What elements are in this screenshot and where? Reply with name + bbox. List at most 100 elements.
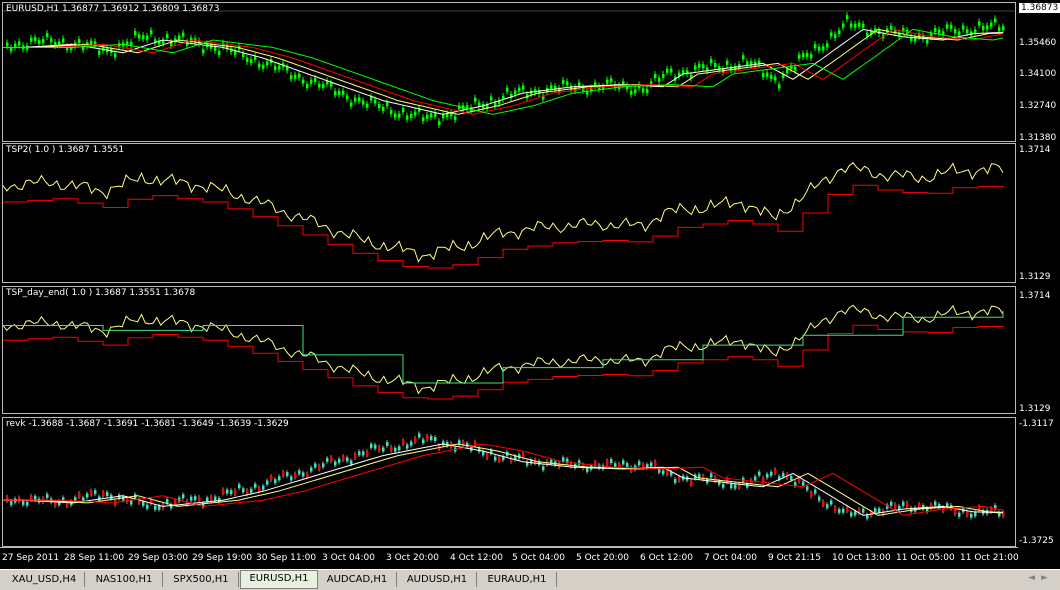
candle-body (718, 480, 721, 485)
candle-body (702, 64, 705, 69)
candle-body (802, 481, 805, 486)
candle-body (606, 79, 609, 84)
price-chart-pane[interactable]: EURUSD,H1 1.36877 1.36912 1.36809 1.3687… (2, 2, 1016, 142)
candle-body (374, 444, 377, 449)
price-chart-label: EURUSD,H1 1.36877 1.36912 1.36809 1.3687… (6, 4, 220, 14)
candle-body (958, 31, 961, 36)
candle-body (726, 478, 729, 483)
tab-xau-usd-h4[interactable]: XAU_USD,H4 (4, 572, 85, 587)
candle-body (770, 74, 773, 79)
candle-body (142, 35, 145, 40)
candle-body (190, 496, 193, 501)
candle-body (158, 505, 161, 510)
candle-body (494, 102, 497, 107)
candle-body (410, 113, 413, 118)
tab-audcad-h1[interactable]: AUDCAD,H1 (318, 572, 397, 587)
candle-body (986, 25, 989, 30)
candle-body (258, 63, 261, 68)
tsp2-axis-bottom: 1.3129 (1019, 272, 1051, 282)
candle-body (398, 446, 401, 451)
candle-body (490, 96, 493, 101)
candle-body (266, 61, 269, 66)
candle-body (282, 471, 285, 476)
candle-body (762, 73, 765, 78)
candle-body (274, 66, 277, 71)
candle-body (666, 68, 669, 73)
candle-body (98, 496, 101, 501)
candle-body (54, 501, 57, 506)
revk-indicator-pane[interactable]: revk -1.3688 -1.3687 -1.3691 -1.3681 -1.… (2, 417, 1016, 547)
candle-body (326, 457, 329, 462)
candle-body (78, 493, 81, 498)
tsp-day-end-axis-bottom: 1.3129 (1019, 404, 1051, 414)
candle-body (890, 25, 893, 30)
candle-body (402, 108, 405, 113)
candle-body (454, 116, 457, 121)
candle-body (278, 65, 281, 70)
candle-body (522, 85, 525, 90)
tab-audusd-h1[interactable]: AUDUSD,H1 (398, 572, 477, 587)
candle-body (850, 512, 853, 517)
candle-body (818, 46, 821, 51)
candle-body (30, 495, 33, 500)
candle-body (406, 444, 409, 449)
tab-scroll-arrows[interactable]: ◄► (1028, 573, 1054, 583)
candle-body (146, 35, 149, 40)
candle-body (858, 22, 861, 27)
candle-body (250, 488, 253, 493)
candle-body (62, 497, 65, 502)
candle-body (306, 473, 309, 478)
candle-body (966, 29, 969, 34)
candle-body (514, 90, 517, 95)
tab-spx500-h1[interactable]: SPX500,H1 (164, 572, 239, 587)
candle-body (350, 102, 353, 107)
tab-euraud-h1[interactable]: EURAUD,H1 (478, 572, 557, 587)
candle-body (214, 496, 217, 501)
time-axis-label: 29 Sep 03:00 (128, 553, 189, 563)
candle-body (22, 500, 25, 505)
candle-body (834, 507, 837, 512)
candle-body (982, 26, 985, 31)
price-axis-label: 1.31380 (1019, 133, 1057, 143)
tsp2-indicator-pane[interactable]: TSP2( 1.0 ) 1.3687 1.3551 (2, 143, 1016, 283)
time-axis-label: 28 Sep 11:00 (64, 553, 125, 563)
tsp2-label: TSP2( 1.0 ) 1.3687 1.3551 (6, 145, 125, 155)
candle-body (358, 97, 361, 102)
candle-body (378, 103, 381, 108)
candle-body (146, 504, 149, 509)
candle-body (134, 31, 137, 36)
candle-body (242, 488, 245, 493)
candle-body (138, 34, 141, 39)
candle-body (366, 103, 369, 108)
candle-body (238, 484, 241, 489)
price-axis-label: 1.34100 (1019, 69, 1057, 79)
candle-body (362, 100, 365, 105)
tsp-price-line (3, 162, 1004, 263)
candle-body (278, 476, 281, 481)
candle-body (642, 88, 645, 93)
candle-body (314, 463, 317, 468)
tab-nas100-h1[interactable]: NAS100,H1 (86, 572, 163, 587)
candle-body (994, 18, 997, 23)
candle-body (346, 95, 349, 100)
candle-body (710, 473, 713, 478)
tab-eurusd-h1[interactable]: EURUSD,H1 (240, 570, 318, 589)
candle-body (166, 499, 169, 504)
candle-body (226, 489, 229, 494)
candle-body (714, 62, 717, 67)
candle-body (630, 90, 633, 95)
candle-body (730, 484, 733, 489)
candle-body (42, 39, 45, 44)
candle-body (626, 463, 629, 468)
tsp-day-end-indicator-pane[interactable]: TSP_day_end( 1.0 ) 1.3687 1.3551 1.3678 (2, 286, 1016, 414)
candle-body (906, 502, 909, 507)
candle-body (322, 83, 325, 88)
candle-body (874, 508, 877, 513)
candle-body (950, 24, 953, 29)
candle-body (410, 441, 413, 446)
candle-body (102, 492, 105, 497)
candle-body (810, 492, 813, 497)
candle-body (918, 503, 921, 508)
candle-body (742, 55, 745, 60)
tsp-day-end-svg (3, 304, 1004, 400)
